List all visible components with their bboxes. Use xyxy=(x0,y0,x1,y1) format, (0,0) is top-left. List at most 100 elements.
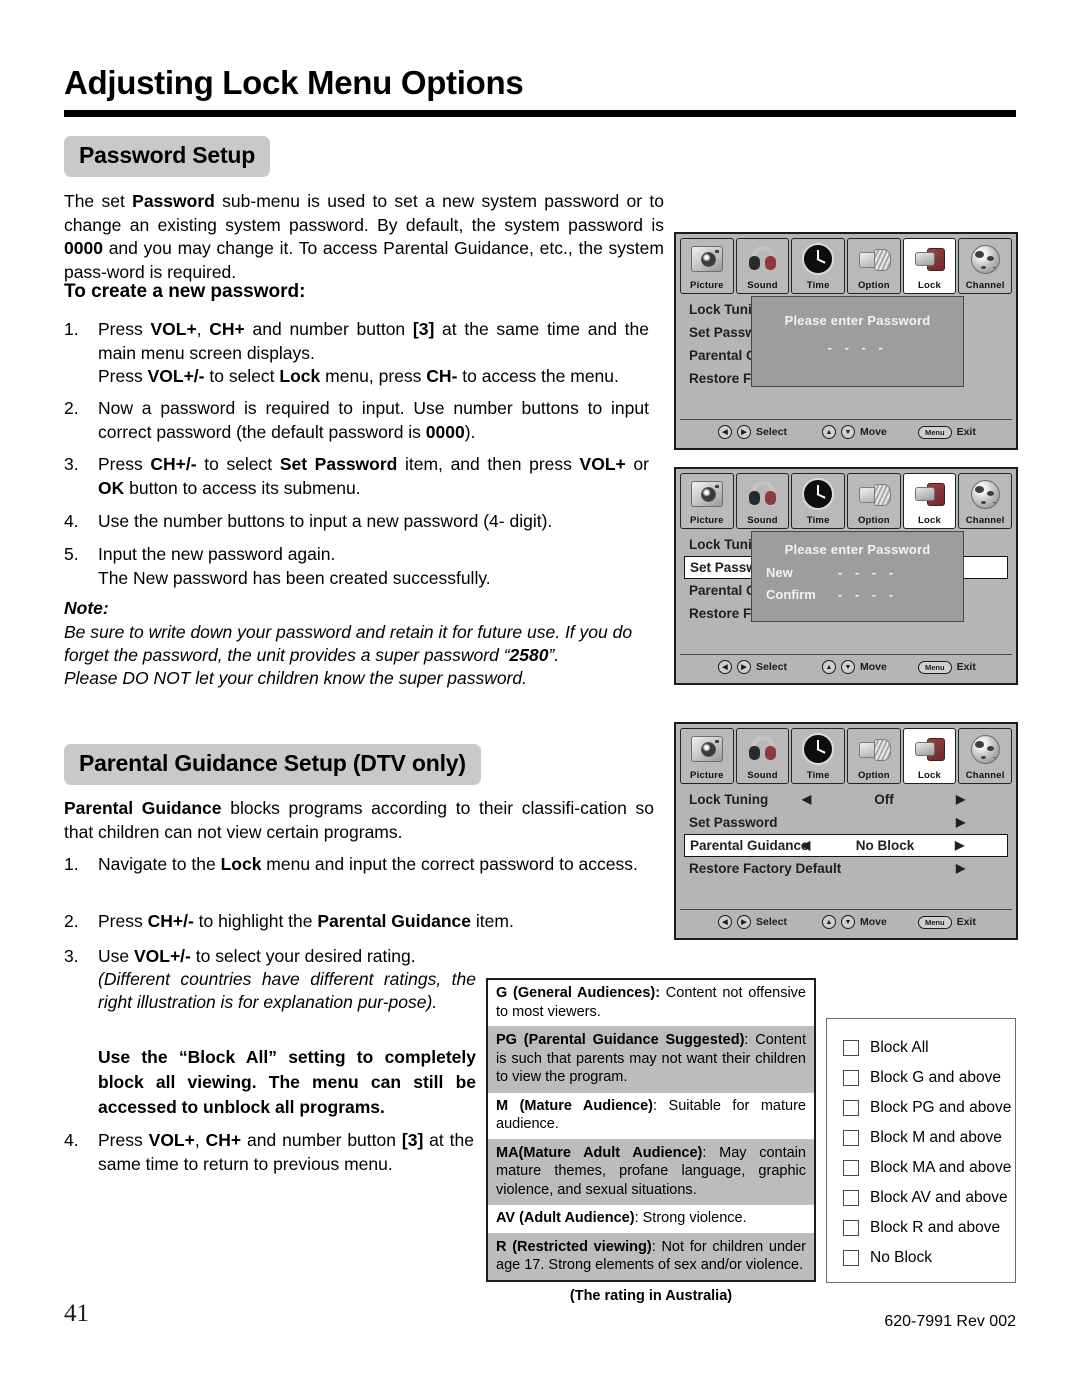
list-item[interactable]: Block AV and above xyxy=(843,1183,1015,1213)
checkbox-icon[interactable] xyxy=(843,1190,859,1206)
osd-tab-time[interactable]: Time xyxy=(791,473,846,529)
left-arrow-icon: ◀ xyxy=(718,425,732,439)
osd-footer-exit: Menu Exit xyxy=(918,425,976,439)
osd-tab-picture[interactable]: Picture xyxy=(680,728,734,784)
osd-footer-move: ▲ ▼ Move xyxy=(822,425,887,439)
osd-dialog-new-row: New - - - - xyxy=(752,565,963,580)
title-divider xyxy=(64,110,1016,117)
osd-tab-picture[interactable]: Picture xyxy=(680,238,734,294)
osd-tab-lock[interactable]: Lock xyxy=(902,728,957,784)
osd-tab-picture[interactable]: Picture xyxy=(680,473,734,529)
right-arrow-icon[interactable]: ▶ xyxy=(956,811,965,834)
osd-row-parental-guidance[interactable]: Parental Guidance ◀ No Block ▶ xyxy=(684,834,1008,857)
menu-key-icon: Menu xyxy=(918,660,952,674)
osd-tab-sound[interactable]: Sound xyxy=(735,238,790,294)
osd-tab-option[interactable]: Option xyxy=(847,238,901,294)
osd-tab-sound[interactable]: Sound xyxy=(735,728,790,784)
osd-tab-option[interactable]: Option xyxy=(847,473,901,529)
osd-tab-channel[interactable]: Channel xyxy=(958,473,1013,529)
osd-tab-label: Lock xyxy=(918,280,942,291)
list-item[interactable]: Block G and above xyxy=(843,1063,1015,1093)
list-item[interactable]: Block PG and above xyxy=(843,1093,1015,1123)
osd-dialog-new-label: New xyxy=(766,565,793,580)
list-item[interactable]: Block R and above xyxy=(843,1213,1015,1243)
lock-icon xyxy=(904,477,956,511)
checkbox-icon[interactable] xyxy=(843,1100,859,1116)
osd-tab-label: Option xyxy=(857,770,890,781)
step-text: Now a password is required to input. Use… xyxy=(98,398,649,442)
note-heading: Note: xyxy=(64,598,109,618)
step-number: 2. xyxy=(64,398,79,418)
checkbox-icon[interactable] xyxy=(843,1130,859,1146)
down-arrow-icon: ▼ xyxy=(841,425,855,439)
osd-screenshot-set-password: Picture Sound Time Option Lock Channel L… xyxy=(674,467,1018,685)
osd-dialog-title: Please enter Password xyxy=(784,542,931,557)
parental-step-1: 1. Navigate to the Lock menu and input th… xyxy=(64,853,654,877)
osd-footer-label: Select xyxy=(756,916,787,928)
right-arrow-icon[interactable]: ▶ xyxy=(955,834,964,857)
osd-row-restore-factory[interactable]: Restore Factory Default ▶ xyxy=(684,857,1008,880)
checkbox-label: Block G and above xyxy=(870,1069,1001,1086)
left-arrow-icon: ◀ xyxy=(718,915,732,929)
step-number: 4. xyxy=(64,511,79,531)
checkbox-icon[interactable] xyxy=(843,1250,859,1266)
osd-tab-time[interactable]: Time xyxy=(791,728,846,784)
osd-footer-exit: Menu Exit xyxy=(918,660,976,674)
step-number: 5. xyxy=(64,544,79,564)
right-arrow-icon[interactable]: ▶ xyxy=(956,788,965,811)
osd-tab-label: Picture xyxy=(690,515,724,526)
osd-footer-bar: ◀ ▶ Select ▲ ▼ Move Menu Exit xyxy=(680,654,1012,679)
osd-tab-sound[interactable]: Sound xyxy=(735,473,790,529)
left-arrow-icon[interactable]: ◀ xyxy=(802,788,811,811)
osd-footer-label: Exit xyxy=(956,661,976,673)
list-item[interactable]: No Block xyxy=(843,1243,1015,1273)
osd-tab-lock[interactable]: Lock xyxy=(902,473,957,529)
list-item[interactable]: Block All xyxy=(843,1033,1015,1063)
checkbox-icon[interactable] xyxy=(843,1040,859,1056)
right-arrow-icon[interactable]: ▶ xyxy=(956,857,965,880)
checkbox-label: No Block xyxy=(870,1249,933,1266)
checkbox-label: Block MA and above xyxy=(870,1159,1012,1176)
osd-row-label: Parental Guidance xyxy=(690,838,809,853)
osd-footer-label: Exit xyxy=(956,426,976,438)
osd-tab-time[interactable]: Time xyxy=(791,238,846,294)
osd-tab-channel[interactable]: Channel xyxy=(958,728,1013,784)
list-item[interactable]: Block M and above xyxy=(843,1123,1015,1153)
osd-password-dashes: - - - - xyxy=(827,340,888,355)
right-arrow-icon: ▶ xyxy=(737,660,751,674)
osd-row-lock-tuning[interactable]: Lock Tuning ◀ Off ▶ xyxy=(684,788,1008,811)
ratings-table-caption: (The rating in Australia) xyxy=(569,1288,733,1304)
right-arrow-icon: ▶ xyxy=(737,425,751,439)
osd-row-label: Parental G xyxy=(689,583,757,598)
osd-icon-bar: Picture Sound Time Option Lock Channel xyxy=(680,238,1013,294)
checkbox-icon[interactable] xyxy=(843,1160,859,1176)
checkbox-icon[interactable] xyxy=(843,1220,859,1236)
checkbox-icon[interactable] xyxy=(843,1070,859,1086)
osd-footer-label: Select xyxy=(756,426,787,438)
page-number: 41 xyxy=(64,1300,89,1327)
globe-icon xyxy=(959,242,1011,276)
osd-tab-channel[interactable]: Channel xyxy=(958,238,1013,294)
osd-tab-label: Sound xyxy=(747,770,778,781)
osd-row-label: Restore F xyxy=(689,371,752,386)
checkbox-label: Block M and above xyxy=(870,1129,1002,1146)
osd-row-set-password[interactable]: Set Password ▶ xyxy=(684,811,1008,834)
step-text: Press CH+/- to select Set Password item,… xyxy=(98,454,649,498)
parental-step-2: 2. Press CH+/- to highlight the Parental … xyxy=(64,910,654,934)
rating-row-av: AV (Adult Audience): Strong violence. xyxy=(488,1205,814,1234)
camera-icon xyxy=(681,477,733,511)
rating-row-ma: MA(Mature Adult Audience): May contain m… xyxy=(488,1139,814,1205)
osd-tab-label: Picture xyxy=(690,280,724,291)
osd-tab-label: Option xyxy=(857,280,890,291)
osd-tab-option[interactable]: Option xyxy=(847,728,901,784)
osd-footer-label: Select xyxy=(756,661,787,673)
list-item[interactable]: Block MA and above xyxy=(843,1153,1015,1183)
headphones-icon xyxy=(737,732,789,766)
password-step-3: 3. Press CH+/- to select Set Password ite… xyxy=(64,453,649,500)
osd-row-value: Off xyxy=(874,792,894,807)
left-arrow-icon[interactable]: ◀ xyxy=(801,834,810,857)
checkbox-label: Block AV and above xyxy=(870,1189,1008,1206)
osd-tab-label: Sound xyxy=(747,280,778,291)
section-heading-parental-guidance: Parental Guidance Setup (DTV only) xyxy=(64,744,481,785)
osd-tab-lock[interactable]: Lock xyxy=(902,238,957,294)
